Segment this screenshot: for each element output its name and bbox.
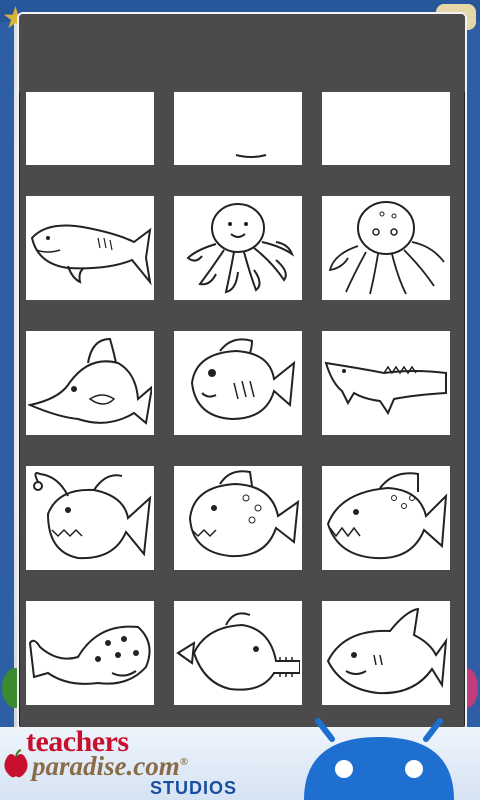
- dialog-header: [19, 14, 465, 92]
- picture-tile-piranha[interactable]: [174, 466, 302, 570]
- octopus-icon: [186, 203, 295, 294]
- ad-brand-domain: paradise.com: [32, 751, 180, 781]
- picture-tile-shark[interactable]: [322, 601, 450, 705]
- picture-tile-spotted-piranha[interactable]: [322, 466, 450, 570]
- octopus-detailed-icon: [328, 201, 445, 295]
- shark-icon: [326, 607, 448, 695]
- picture-tile-swordfish[interactable]: [26, 331, 154, 435]
- right-edge: [466, 22, 480, 727]
- picture-tile-spotted-whale[interactable]: [26, 601, 154, 705]
- picture-grid-viewport[interactable]: [19, 92, 465, 729]
- picture-tile-partial-3[interactable]: [322, 92, 450, 165]
- android-icon: [304, 718, 454, 800]
- whale-shark-icon: [30, 224, 152, 286]
- partial-icon: [235, 154, 267, 158]
- sawfish-icon: [176, 612, 300, 691]
- partial-icon: [28, 92, 152, 163]
- picture-tile-alligator[interactable]: [322, 331, 450, 435]
- picture-tile-anglerfish[interactable]: [26, 466, 154, 570]
- picture-tile-whale-shark[interactable]: [26, 196, 154, 300]
- picture-picker-dialog: [17, 12, 467, 731]
- picture-tile-partial-2[interactable]: [174, 92, 302, 165]
- swordfish-icon: [28, 337, 152, 425]
- piranha-icon: [188, 470, 300, 558]
- fish-icon: [190, 338, 296, 421]
- partial-icon: [324, 92, 448, 163]
- picture-tile-octopus[interactable]: [174, 196, 302, 300]
- alligator-icon: [324, 361, 447, 416]
- picture-tile-partial-1[interactable]: [26, 92, 154, 165]
- picture-grid: [26, 92, 458, 729]
- spotted-whale-icon: [28, 625, 151, 685]
- anglerfish-icon: [33, 472, 152, 560]
- ad-studios-label: STUDIOS: [150, 778, 238, 798]
- left-edge: [0, 22, 14, 727]
- picture-tile-octopus-detailed[interactable]: [322, 196, 450, 300]
- registered-mark: ®: [179, 756, 188, 768]
- piranha-spotted-icon: [326, 472, 448, 560]
- picture-tile-round-fish[interactable]: [174, 331, 302, 435]
- picture-tile-sawfish[interactable]: [174, 601, 302, 705]
